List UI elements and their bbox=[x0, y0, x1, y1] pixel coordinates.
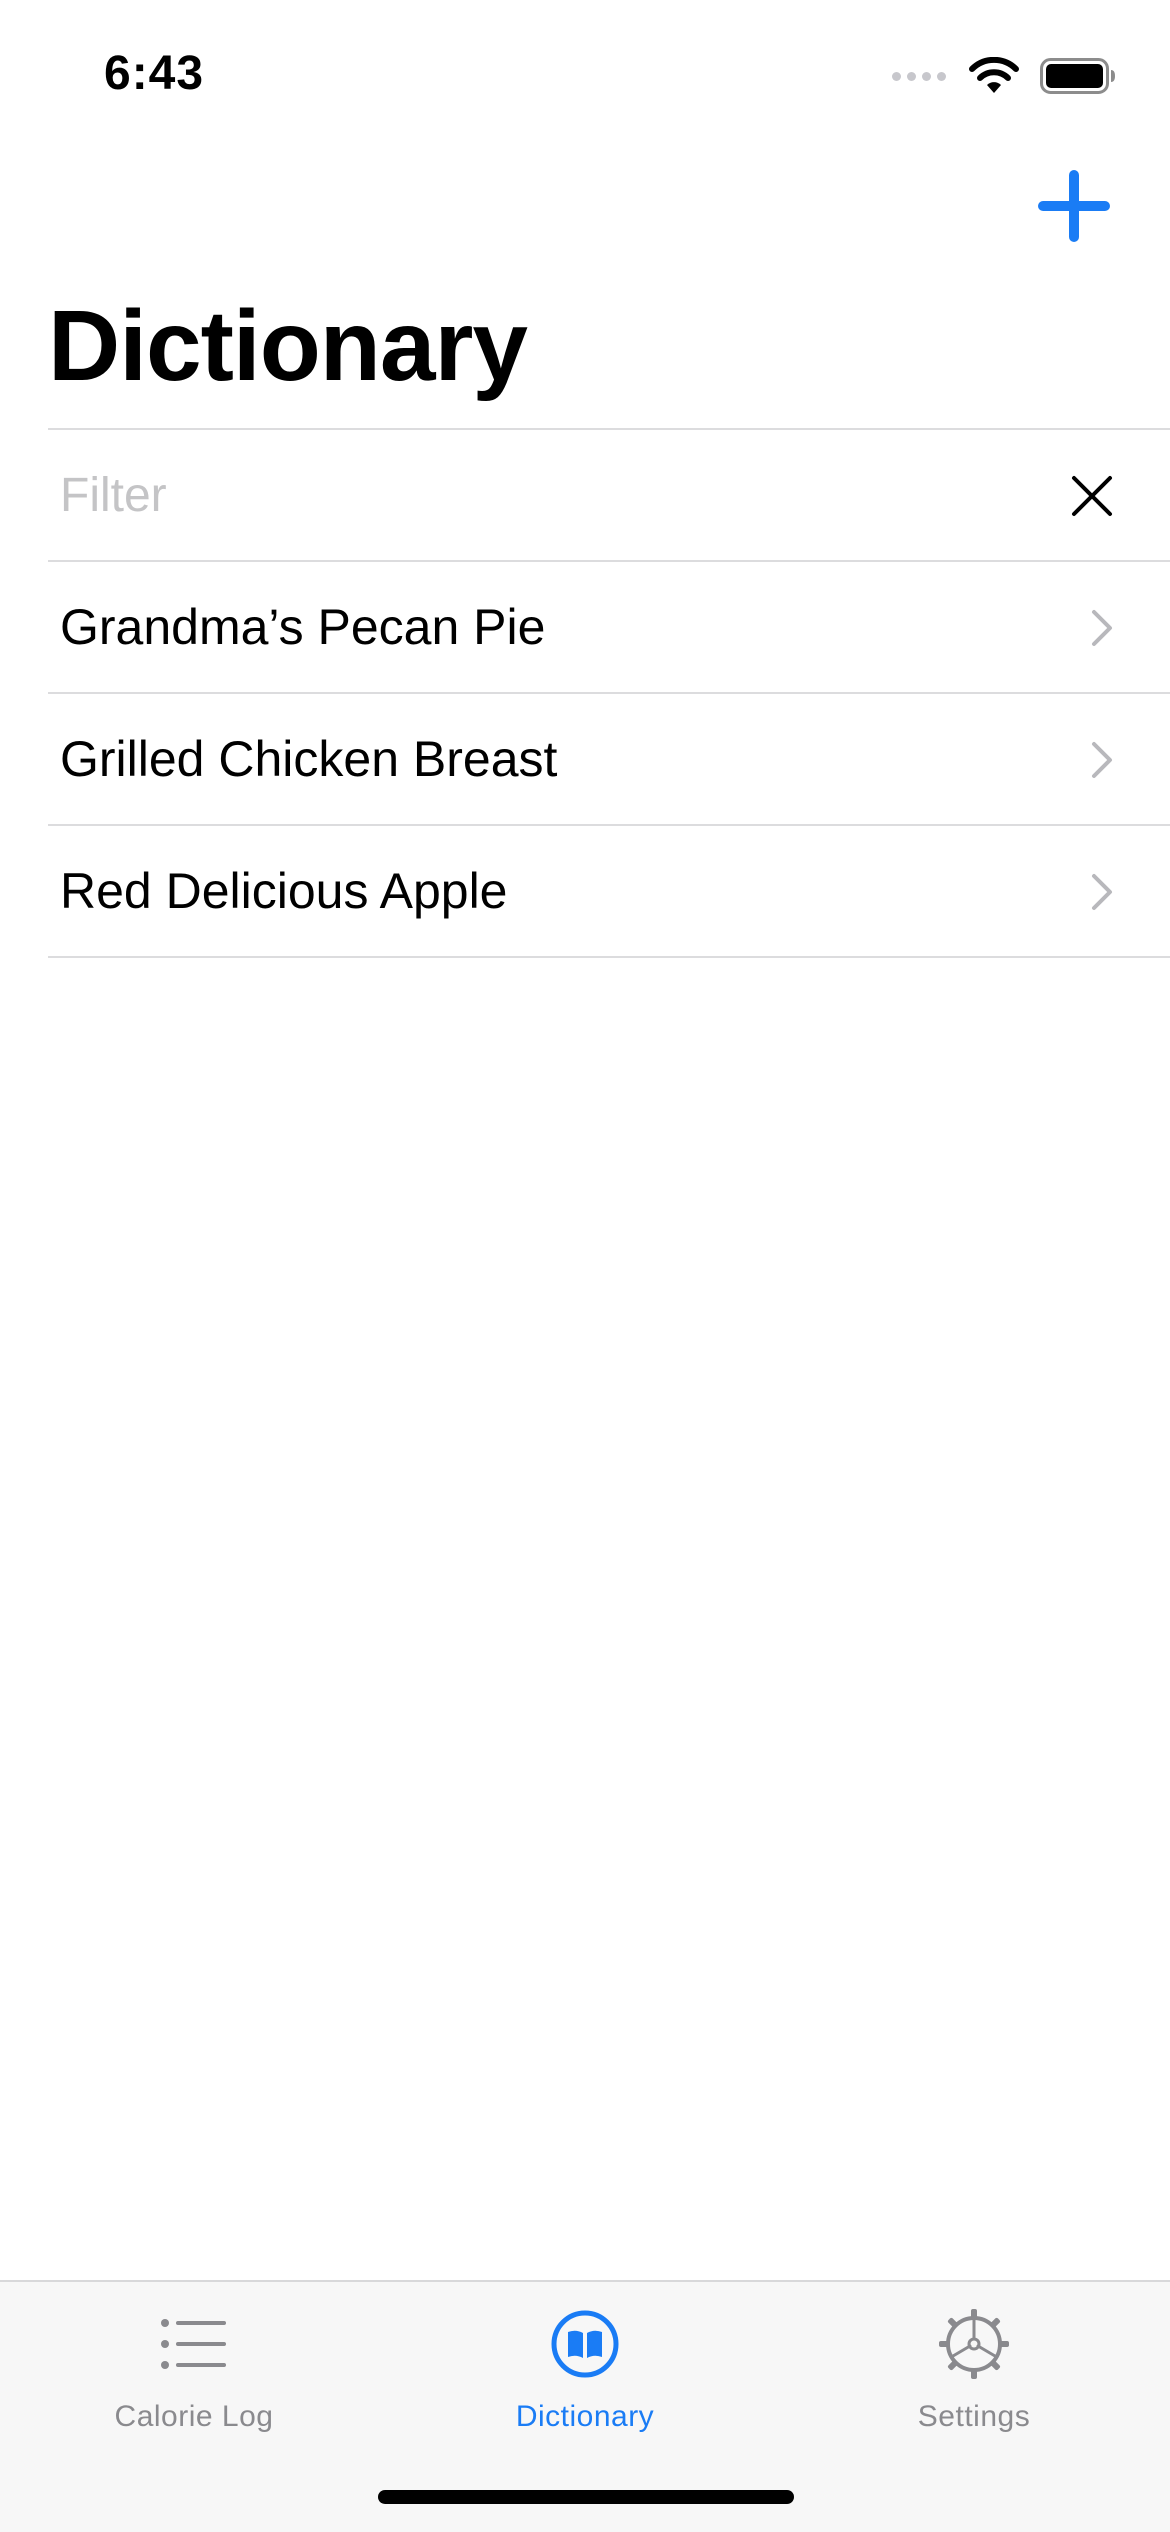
filter-input[interactable] bbox=[60, 455, 960, 535]
wifi-icon bbox=[969, 57, 1019, 93]
list-item[interactable]: Red Delicious Apple bbox=[48, 826, 1170, 958]
list-item-label: Red Delicious Apple bbox=[60, 863, 508, 919]
list-item-label: Grandma’s Pecan Pie bbox=[60, 599, 546, 655]
gear-icon bbox=[939, 2309, 1009, 2379]
cellular-signal-icon bbox=[892, 71, 946, 81]
tab-label: Dictionary bbox=[515, 2400, 655, 2433]
status-bar: 6:43 bbox=[0, 0, 1170, 150]
list-item[interactable]: Grilled Chicken Breast bbox=[48, 694, 1170, 826]
battery-icon bbox=[1040, 58, 1115, 94]
plus-icon bbox=[1038, 170, 1110, 242]
book-icon bbox=[551, 2310, 619, 2378]
list-icon bbox=[161, 2319, 226, 2369]
tab-calorie-log[interactable]: Calorie Log bbox=[74, 2302, 314, 2452]
list-item[interactable]: Grandma’s Pecan Pie bbox=[48, 562, 1170, 694]
status-icons bbox=[892, 56, 1116, 96]
tab-dictionary[interactable]: Dictionary bbox=[465, 2302, 705, 2452]
chevron-right-icon bbox=[1092, 742, 1112, 778]
list-item-label: Grilled Chicken Breast bbox=[60, 731, 558, 787]
filter-row bbox=[48, 430, 1170, 562]
chevron-right-icon bbox=[1092, 610, 1112, 646]
tab-label: Settings bbox=[917, 2400, 1031, 2433]
page-title: Dictionary bbox=[48, 290, 528, 402]
close-icon bbox=[1072, 476, 1112, 516]
screen: 6:43 Dictionary Filter Grandma’s Pecan P… bbox=[0, 0, 1170, 2532]
tab-label: Calorie Log bbox=[114, 2400, 274, 2433]
chevron-right-icon bbox=[1092, 874, 1112, 910]
dictionary-list: Grandma’s Pecan Pie Grilled Chicken Brea… bbox=[48, 428, 1170, 958]
status-time: 6:43 bbox=[104, 47, 205, 100]
add-button[interactable] bbox=[1034, 166, 1114, 246]
tab-settings[interactable]: Settings bbox=[854, 2302, 1094, 2452]
clear-filter-button[interactable] bbox=[1066, 470, 1118, 522]
home-indicator bbox=[378, 2490, 794, 2504]
